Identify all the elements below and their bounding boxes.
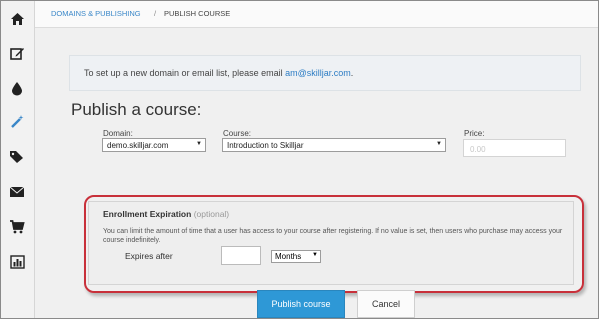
price-label: Price:	[464, 129, 485, 138]
cancel-button[interactable]: Cancel	[357, 290, 415, 318]
magic-wand-icon[interactable]	[7, 111, 27, 131]
edit-icon[interactable]	[7, 43, 27, 63]
price-input[interactable]: 0.00	[463, 139, 566, 157]
notice-suffix: .	[350, 68, 354, 78]
notice-text: To set up a new domain or email list, pl…	[84, 68, 353, 78]
domain-select-value: demo.skilljar.com	[107, 141, 169, 150]
breadcrumb-current: PUBLISH COURSE	[164, 9, 231, 18]
chevron-down-icon: ▼	[196, 141, 202, 147]
bar-chart-icon[interactable]	[7, 252, 27, 272]
main-content: To set up a new domain or email list, pl…	[35, 28, 598, 318]
chevron-down-icon: ▼	[436, 141, 442, 147]
app-frame: DOMAINS & PUBLISHING / PUBLISH COURSE To…	[0, 0, 599, 319]
course-label: Course:	[223, 129, 252, 138]
highlight-annotation	[84, 195, 584, 293]
breadcrumb-domains-publishing-link[interactable]: DOMAINS & PUBLISHING	[51, 9, 141, 18]
page-title: Publish a course:	[71, 100, 202, 119]
envelope-icon[interactable]	[7, 182, 27, 202]
course-select[interactable]: Introduction to Skilljar ▼	[222, 138, 446, 152]
price-placeholder: 0.00	[470, 145, 486, 154]
notice-message: To set up a new domain or email list, pl…	[84, 68, 286, 78]
breadcrumb-separator: /	[154, 9, 157, 18]
sidebar	[1, 1, 35, 318]
domain-label: Domain:	[103, 129, 133, 138]
drop-icon[interactable]	[7, 78, 27, 98]
home-icon[interactable]	[7, 9, 27, 29]
cart-icon[interactable]	[7, 217, 27, 237]
support-email-link[interactable]: am@skilljar.com	[285, 68, 351, 78]
breadcrumb: DOMAINS & PUBLISHING / PUBLISH COURSE	[35, 1, 598, 28]
publish-course-button[interactable]: Publish course	[257, 290, 345, 318]
domain-select[interactable]: demo.skilljar.com ▼	[102, 138, 206, 152]
tags-icon[interactable]	[7, 147, 27, 167]
course-select-value: Introduction to Skilljar	[227, 141, 304, 150]
info-notice: To set up a new domain or email list, pl…	[69, 55, 581, 91]
